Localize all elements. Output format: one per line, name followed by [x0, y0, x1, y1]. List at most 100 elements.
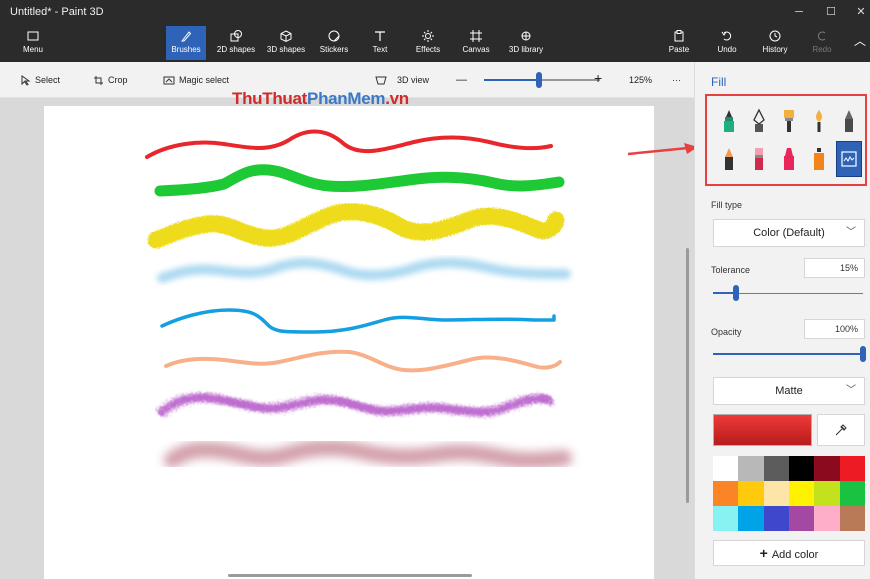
crop-icon	[94, 75, 103, 85]
selected-color-swatch[interactable]	[713, 414, 812, 446]
color-palette	[713, 456, 865, 531]
select-button[interactable]: Select	[20, 73, 60, 87]
color-swatch[interactable]	[814, 456, 840, 481]
zoom-in-button[interactable]: +	[594, 70, 602, 86]
tolerance-input[interactable]: 15%	[804, 258, 865, 278]
tab-canvas[interactable]: Canvas	[456, 26, 496, 60]
chevron-down-icon: ﹀	[846, 385, 856, 396]
maximize-button[interactable]: ☐	[816, 0, 846, 24]
magic-select-button[interactable]: Magic select	[163, 73, 229, 87]
color-swatch[interactable]	[713, 481, 739, 506]
3d-view-icon	[375, 76, 387, 84]
3d-view-button[interactable]: 3D view	[375, 73, 429, 87]
oil-brush-icon[interactable]	[777, 104, 801, 138]
color-swatch[interactable]	[788, 456, 815, 481]
marker-stroke	[145, 129, 553, 159]
tab-label: 2D shapes	[216, 45, 256, 54]
color-swatch[interactable]	[788, 481, 815, 506]
title-bar: Untitled* - Paint 3D ─ ☐ ✕	[0, 0, 870, 24]
fill-bucket-icon[interactable]	[836, 141, 862, 177]
crop-button[interactable]: Crop	[93, 73, 128, 87]
opacity-slider-thumb[interactable]	[860, 346, 866, 362]
menu-button[interactable]: Menu	[14, 26, 52, 60]
tab-label: 3D shapes	[266, 45, 306, 54]
oil-brush-stroke	[147, 203, 565, 249]
select-label: Select	[35, 75, 61, 85]
brush-panel: Fill Fill type Color (Default) ﹀ Toleran…	[694, 62, 870, 579]
watermark: ThuThuatPhanMem.vn	[232, 89, 409, 109]
drawing-canvas[interactable]	[44, 106, 654, 579]
color-swatch[interactable]	[763, 456, 789, 481]
minimize-button[interactable]: ─	[784, 0, 814, 24]
opacity-input[interactable]: 100%	[804, 319, 865, 339]
tab-label: 3D library	[508, 45, 544, 54]
finish-dropdown[interactable]: Matte ﹀	[713, 377, 865, 405]
zoom-out-button[interactable]: —	[456, 73, 467, 87]
add-color-button[interactable]: + Add color	[713, 540, 865, 566]
pencil-icon[interactable]	[837, 104, 861, 138]
color-swatch[interactable]	[839, 506, 865, 531]
horizontal-scrollbar[interactable]	[228, 574, 472, 577]
canvas-icon	[470, 30, 482, 42]
color-swatch[interactable]	[713, 506, 739, 531]
menu-label: Menu	[22, 45, 43, 54]
history-button[interactable]: History	[758, 26, 792, 60]
color-swatch[interactable]	[814, 481, 840, 506]
3d-library-icon	[521, 31, 531, 41]
calligraphy-pen-icon[interactable]	[747, 104, 771, 138]
color-swatch[interactable]	[839, 456, 865, 481]
watercolor-icon[interactable]	[807, 104, 831, 138]
fill-type-dropdown[interactable]: Color (Default) ﹀	[713, 219, 865, 247]
tab-3d-library[interactable]: 3D library	[504, 26, 548, 60]
vertical-scrollbar[interactable]	[686, 248, 689, 503]
crayon-icon[interactable]	[747, 142, 771, 176]
ribbon: Menu Brushes 2D shapes 3D shapes Sticker…	[0, 24, 870, 62]
paste-label: Paste	[668, 45, 690, 54]
color-swatch[interactable]	[713, 456, 739, 481]
undo-button[interactable]: Undo	[712, 26, 742, 60]
airbrush-stroke	[164, 439, 572, 469]
pixel-pen-icon[interactable]	[777, 142, 801, 176]
zoom-slider-thumb[interactable]	[536, 72, 542, 88]
color-swatch[interactable]	[788, 506, 815, 531]
watermark-part1: ThuThuat	[232, 89, 308, 108]
spray-can-icon[interactable]	[807, 142, 831, 176]
zoom-level[interactable]: 125%	[629, 73, 652, 87]
color-swatch[interactable]	[763, 481, 789, 506]
plus-icon: +	[759, 545, 768, 561]
marker-icon[interactable]	[717, 104, 741, 138]
tolerance-slider-thumb[interactable]	[733, 285, 739, 301]
tab-stickers[interactable]: Stickers	[314, 26, 354, 60]
tab-brushes[interactable]: Brushes	[166, 26, 206, 60]
tab-effects[interactable]: Effects	[408, 26, 448, 60]
color-swatch[interactable]	[738, 506, 764, 531]
close-button[interactable]: ✕	[846, 0, 870, 24]
watermark-part2: PhanMem	[307, 89, 386, 108]
eyedropper-button[interactable]	[817, 414, 865, 446]
collapse-ribbon-chevron-icon[interactable]: ︿	[852, 32, 868, 66]
redo-button[interactable]: Redo	[808, 26, 836, 60]
window-title: Untitled* - Paint 3D	[10, 6, 104, 18]
color-swatch[interactable]	[839, 481, 865, 506]
zoom-slider-fill	[484, 79, 539, 81]
color-swatch[interactable]	[814, 506, 840, 531]
calligraphy-stroke	[154, 164, 565, 197]
panel-title: Fill	[711, 75, 727, 89]
tab-3d-shapes[interactable]: 3D shapes	[262, 26, 310, 60]
eraser-icon[interactable]	[717, 142, 741, 176]
paste-button[interactable]: Paste	[664, 26, 694, 60]
color-swatch[interactable]	[763, 506, 789, 531]
add-color-label: Add color	[771, 549, 819, 561]
more-options-button[interactable]: ···	[672, 73, 681, 87]
tab-2d-shapes[interactable]: 2D shapes	[212, 26, 260, 60]
chevron-down-icon: ﹀	[846, 227, 856, 238]
color-swatch[interactable]	[738, 481, 764, 506]
fill-type-label: Fill type	[711, 200, 743, 210]
undo-label: Undo	[717, 45, 737, 54]
pixel-pen-stroke	[160, 308, 556, 334]
tab-text[interactable]: Text	[362, 26, 398, 60]
tab-label: Effects	[415, 45, 441, 54]
color-swatch[interactable]	[738, 456, 764, 481]
tolerance-label: Tolerance	[711, 265, 751, 275]
zoom-slider-track	[539, 79, 600, 81]
